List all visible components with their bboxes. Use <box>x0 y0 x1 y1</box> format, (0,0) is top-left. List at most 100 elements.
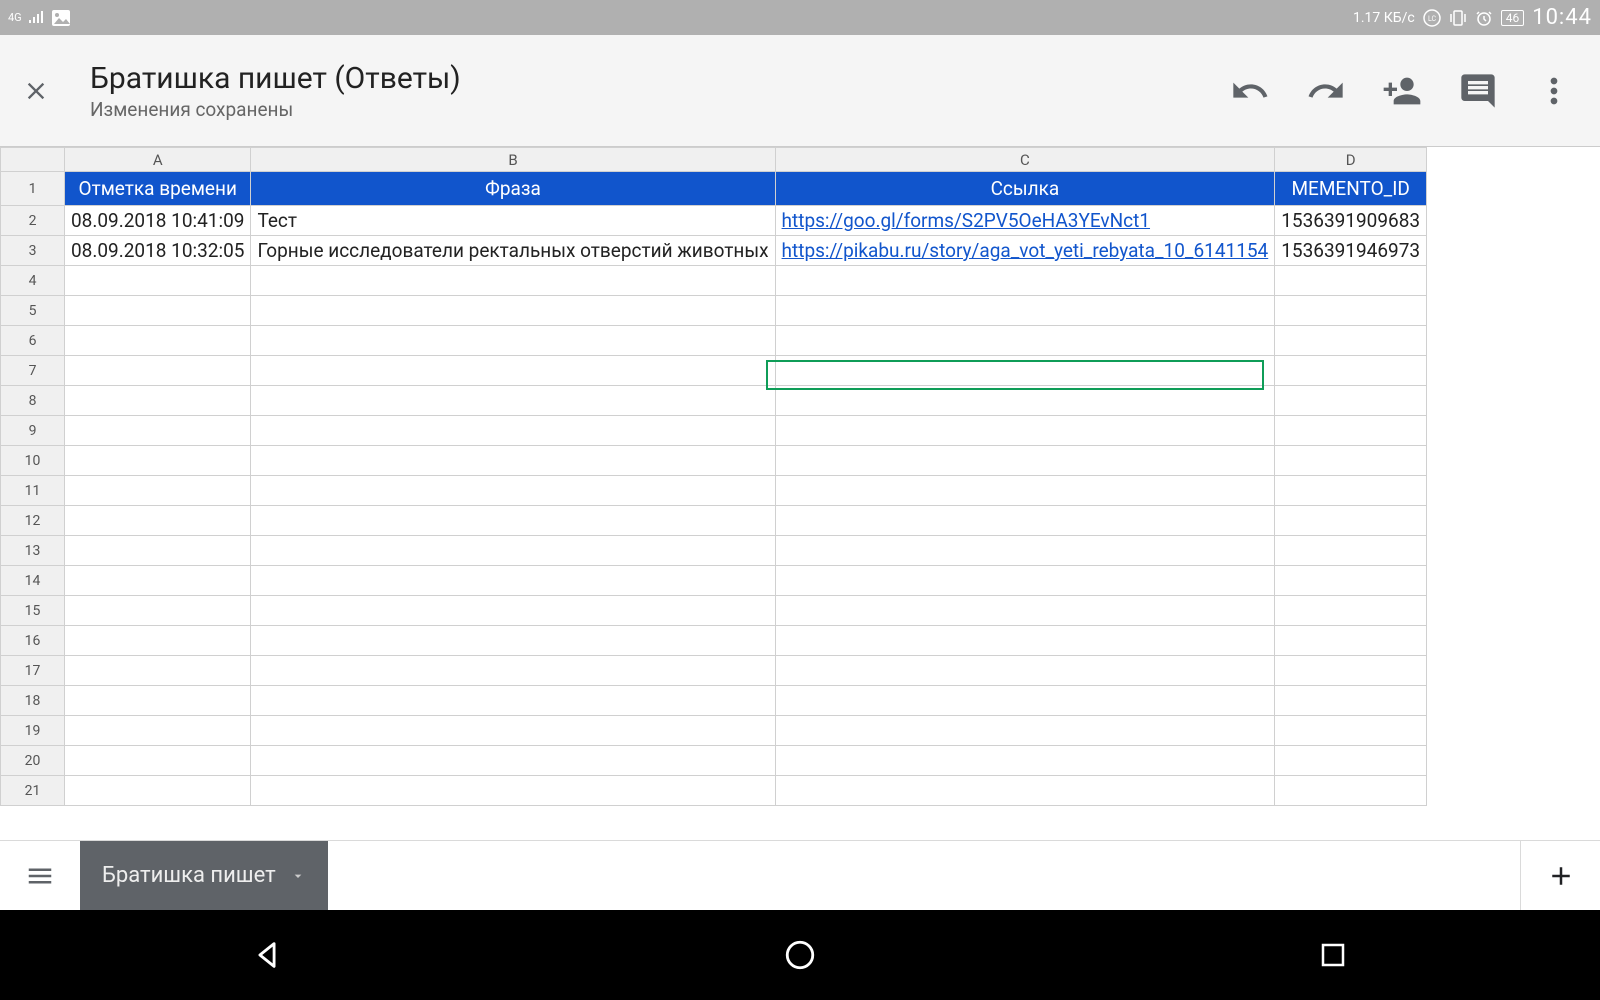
cell[interactable] <box>1275 686 1427 716</box>
cell-b1[interactable]: Фраза <box>251 172 775 206</box>
cell[interactable] <box>65 536 251 566</box>
cell[interactable] <box>1275 506 1427 536</box>
cell[interactable] <box>251 686 775 716</box>
cell[interactable] <box>251 626 775 656</box>
cell[interactable] <box>251 746 775 776</box>
select-all-corner[interactable] <box>1 148 65 172</box>
row-header[interactable]: 8 <box>1 386 65 416</box>
col-header-c[interactable]: C <box>775 148 1275 172</box>
cell[interactable] <box>775 596 1275 626</box>
cell[interactable] <box>1275 596 1427 626</box>
row-header[interactable]: 6 <box>1 326 65 356</box>
cell[interactable] <box>65 356 251 386</box>
nav-back-button[interactable] <box>237 925 297 985</box>
row-header[interactable]: 7 <box>1 356 65 386</box>
row-header[interactable]: 18 <box>1 686 65 716</box>
cell[interactable] <box>65 776 251 806</box>
cell[interactable] <box>65 716 251 746</box>
cell[interactable] <box>65 296 251 326</box>
cell[interactable] <box>251 416 775 446</box>
comment-button[interactable] <box>1454 67 1502 115</box>
cell[interactable] <box>775 326 1275 356</box>
cell[interactable] <box>1275 326 1427 356</box>
cell[interactable] <box>65 506 251 536</box>
cell[interactable] <box>775 746 1275 776</box>
row-header[interactable]: 14 <box>1 566 65 596</box>
cell[interactable] <box>65 326 251 356</box>
cell[interactable] <box>1275 446 1427 476</box>
add-person-button[interactable] <box>1378 67 1426 115</box>
cell[interactable] <box>775 656 1275 686</box>
cell[interactable] <box>65 566 251 596</box>
cell[interactable] <box>1275 416 1427 446</box>
row-header[interactable]: 9 <box>1 416 65 446</box>
row-header[interactable]: 12 <box>1 506 65 536</box>
cell-c2[interactable]: https://goo.gl/forms/S2PV5OeHA3YEvNct1 <box>775 206 1275 236</box>
cell[interactable] <box>65 596 251 626</box>
row-header[interactable]: 19 <box>1 716 65 746</box>
cell[interactable] <box>251 446 775 476</box>
cell[interactable] <box>65 386 251 416</box>
cell[interactable] <box>251 656 775 686</box>
cell[interactable] <box>775 626 1275 656</box>
row-header[interactable]: 11 <box>1 476 65 506</box>
cell-c1[interactable]: Ссылка <box>775 172 1275 206</box>
cell[interactable] <box>251 386 775 416</box>
cell[interactable] <box>1275 626 1427 656</box>
cell[interactable] <box>1275 266 1427 296</box>
cell[interactable] <box>251 266 775 296</box>
cell[interactable] <box>775 566 1275 596</box>
cell-a1[interactable]: Отметка времени <box>65 172 251 206</box>
row-header[interactable]: 5 <box>1 296 65 326</box>
cell[interactable] <box>775 446 1275 476</box>
redo-button[interactable] <box>1302 67 1350 115</box>
row-header[interactable]: 16 <box>1 626 65 656</box>
cell[interactable] <box>65 476 251 506</box>
undo-button[interactable] <box>1226 67 1274 115</box>
cell[interactable] <box>251 776 775 806</box>
cell[interactable] <box>775 476 1275 506</box>
row-header[interactable]: 10 <box>1 446 65 476</box>
document-title[interactable]: Братишка пишет (Ответы) <box>90 61 1226 96</box>
cell[interactable] <box>251 476 775 506</box>
cell-b3[interactable]: Горные исследователи ректальных отверсти… <box>251 236 775 266</box>
cell[interactable] <box>1275 656 1427 686</box>
cell[interactable] <box>251 296 775 326</box>
spreadsheet-grid[interactable]: A B C D 1 Отметка времени Фраза Ссылка M… <box>0 147 1600 840</box>
cell[interactable] <box>65 746 251 776</box>
cell[interactable] <box>65 416 251 446</box>
cell-d2[interactable]: 1536391909683 <box>1275 206 1427 236</box>
cell-c3[interactable]: https://pikabu.ru/story/aga_vot_yeti_reb… <box>775 236 1275 266</box>
sheet-tab-active[interactable]: Братишка пишет <box>80 841 328 910</box>
close-button[interactable] <box>12 67 60 115</box>
cell[interactable] <box>775 716 1275 746</box>
cell[interactable] <box>1275 386 1427 416</box>
cell[interactable] <box>775 776 1275 806</box>
cell-a3[interactable]: 08.09.2018 10:32:05 <box>65 236 251 266</box>
row-header[interactable]: 13 <box>1 536 65 566</box>
cell[interactable] <box>775 296 1275 326</box>
cell[interactable] <box>251 716 775 746</box>
row-header[interactable]: 20 <box>1 746 65 776</box>
cell[interactable] <box>251 596 775 626</box>
row-header[interactable]: 3 <box>1 236 65 266</box>
cell[interactable] <box>1275 356 1427 386</box>
row-header[interactable]: 2 <box>1 206 65 236</box>
cell[interactable] <box>1275 536 1427 566</box>
cell-b2[interactable]: Тест <box>251 206 775 236</box>
cell[interactable] <box>1275 476 1427 506</box>
cell[interactable] <box>65 266 251 296</box>
all-sheets-button[interactable] <box>0 841 80 910</box>
cell[interactable] <box>251 536 775 566</box>
row-header[interactable]: 17 <box>1 656 65 686</box>
cell[interactable] <box>65 626 251 656</box>
cell[interactable] <box>65 686 251 716</box>
cell[interactable] <box>775 266 1275 296</box>
cell[interactable] <box>1275 716 1427 746</box>
cell-d1[interactable]: MEMENTO_ID <box>1275 172 1427 206</box>
cell[interactable] <box>1275 566 1427 596</box>
cell[interactable] <box>251 356 775 386</box>
cell[interactable] <box>775 506 1275 536</box>
cell[interactable] <box>251 506 775 536</box>
cell[interactable] <box>251 566 775 596</box>
